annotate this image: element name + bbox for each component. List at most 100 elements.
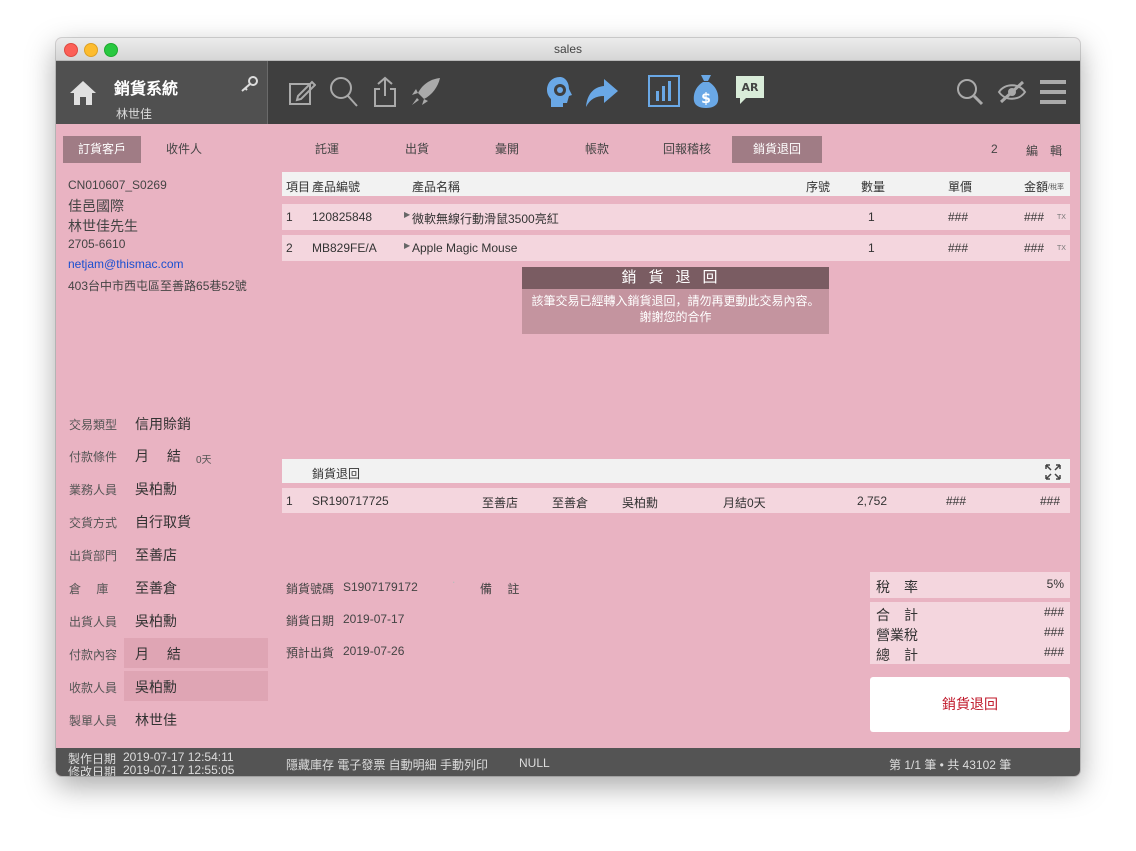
field-label: 付款條件 (69, 450, 118, 464)
col-item: 項目 (286, 180, 311, 194)
row-amount: ### (1024, 210, 1045, 224)
search-icon[interactable] (956, 78, 984, 106)
portal-title: 銷貨退回 (312, 467, 361, 481)
ship-date-label: 預計出貨 (286, 646, 335, 660)
customer-code: CN010607_S0269 (68, 178, 167, 192)
sale-no-value[interactable]: S1907179172 (343, 580, 418, 594)
modified-value: 2019-07-17 12:55:05 (123, 763, 235, 776)
payment-terms-field[interactable]: 月 結 (135, 446, 181, 466)
portal-terms: 月結0天 (723, 496, 766, 510)
tab-accounts[interactable]: 帳款 (552, 136, 642, 163)
modified-label: 修改日期 (68, 765, 117, 776)
note-label: 備 註 (480, 582, 520, 596)
tab-consolidate[interactable]: 彙開 (462, 136, 552, 163)
hide-icon[interactable] (997, 80, 1027, 104)
field-label: 製單人員 (69, 714, 118, 728)
row-amount: ### (1024, 241, 1045, 255)
tab-consignment[interactable]: 託運 (282, 136, 372, 163)
table-row[interactable]: 2 MB829FE/A ▶ Apple Magic Mouse 1 ### ##… (282, 235, 1070, 261)
rocket-icon[interactable] (410, 77, 442, 107)
ship-date-value[interactable]: 2019-07-26 (343, 644, 404, 658)
tab-recipient[interactable]: 收件人 (151, 136, 217, 163)
home-icon[interactable] (68, 79, 98, 107)
subtotal-value: ### (1043, 605, 1064, 619)
edit-button[interactable]: 編 輯 (1026, 142, 1062, 159)
field-label: 收款人員 (69, 681, 118, 695)
shipping-dept-field[interactable]: 至善店 (135, 545, 177, 565)
money-bag-icon[interactable]: $ (692, 73, 720, 109)
col-name: 產品名稱 (412, 180, 461, 194)
notice-body: 該筆交易已經轉入銷貨退回，請勿再更動此交易內容。 謝謝您的合作 (522, 293, 829, 325)
warehouse-field[interactable]: 至善倉 (135, 578, 177, 598)
window-title: sales (553, 42, 582, 56)
app-title: 銷貨系統 (114, 81, 179, 98)
payment-days: 0天 (196, 455, 212, 466)
home-pane: 銷貨系統 林世佳 (56, 61, 268, 124)
table-row[interactable]: 1 SR190717725 至善店 至善倉 吳柏勳 月結0天 2,752 ###… (282, 488, 1070, 513)
customer-address: 403台中市西屯區至善路65巷52號 (68, 279, 247, 293)
svg-text:$: $ (701, 91, 711, 107)
main-content: 訂貨客戶 收件人 CN010607_S0269 佳邑國際 林世佳先生 2705-… (56, 124, 1080, 748)
support-agent-icon[interactable] (543, 75, 577, 109)
app-window: sales 銷貨系統 林世佳 $ AR 訂貨客戶 收件人 CN010607_S0… (56, 38, 1080, 776)
expand-icon[interactable] (1044, 463, 1062, 484)
tax-rate-value[interactable]: 5% (1047, 577, 1064, 591)
row-tax: TX (1057, 214, 1066, 221)
search-icon[interactable] (329, 76, 359, 108)
tab-shipping[interactable]: 出貨 (372, 136, 462, 163)
forward-arrow-icon[interactable] (584, 77, 620, 109)
portal-staff: 吳柏勳 (622, 496, 659, 510)
portal-store: 至善店 (482, 496, 519, 510)
total-value: ### (1043, 645, 1064, 659)
notice-line: 謝謝您的合作 (639, 310, 712, 324)
items-table-header: 項目 產品編號 產品名稱 序號 數量 單價 金額 /稅率 (282, 172, 1070, 196)
transaction-type-field[interactable]: 信用賒銷 (135, 414, 191, 434)
col-amount: 金額 (1024, 180, 1049, 194)
field-label: 業務人員 (69, 483, 118, 497)
col-serial: 序號 (806, 180, 831, 194)
collector-field[interactable]: 吳柏勳 (135, 677, 177, 697)
row-qty: 1 (868, 210, 875, 224)
creator-field[interactable]: 林世佳 (135, 710, 177, 730)
share-icon[interactable] (373, 76, 397, 108)
expand-triangle-icon[interactable]: ▶ (404, 241, 410, 250)
field-label: 出貨人員 (69, 615, 118, 629)
table-row[interactable]: 1 120825848 ▶ 微軟無線行動滑鼠3500亮紅 1 ### ### T… (282, 204, 1070, 230)
sales-return-button[interactable]: 銷貨退回 (870, 677, 1070, 732)
portal-warehouse: 至善倉 (552, 496, 589, 510)
field-label: 付款內容 (69, 648, 118, 662)
customer-email[interactable]: netjam@thismac.com (68, 257, 184, 271)
menu-icon[interactable] (1040, 79, 1066, 105)
toolbar: 銷貨系統 林世佳 $ AR (56, 61, 1080, 124)
tab-customer[interactable]: 訂貨客戶 (63, 136, 141, 163)
payment-content-field[interactable]: 月 結 (135, 644, 181, 664)
status-options[interactable]: 隱藏庫存 電子發票 自動明細 手動列印 (286, 756, 488, 773)
tax-label: 營業稅 (876, 627, 918, 643)
tab-sales-return[interactable]: 銷貨退回 (732, 136, 822, 163)
record-counter: 第 1/1 筆 • 共 43102 筆 (889, 758, 1012, 772)
expand-triangle-icon[interactable]: ▶ (404, 210, 410, 219)
total-label: 總 計 (876, 647, 918, 663)
row-price: ### (948, 241, 969, 255)
compose-icon[interactable] (288, 78, 316, 106)
ar-chat-icon[interactable]: AR (734, 74, 766, 106)
field-label: 出貨部門 (69, 549, 118, 563)
shipper-field[interactable]: 吳柏勳 (135, 611, 177, 631)
field-label: 交貨方式 (69, 516, 118, 530)
field-label: 倉 庫 (69, 582, 109, 596)
portal-amount: ### (1040, 494, 1061, 508)
notice-title: 銷貨退回 (522, 267, 829, 289)
col-price: 單價 (948, 180, 973, 194)
customer-contact: 林世佳先生 (68, 218, 138, 234)
key-icon[interactable] (240, 75, 260, 93)
field-label: 交易類型 (69, 418, 118, 432)
bar-chart-icon[interactable] (648, 75, 680, 107)
row-qty: 1 (868, 241, 875, 255)
salesperson-field[interactable]: 吳柏勳 (135, 479, 177, 499)
title-bar: sales (56, 38, 1080, 61)
sale-date-value[interactable]: 2019-07-17 (343, 612, 404, 626)
row-name: Apple Magic Mouse (412, 241, 518, 255)
delivery-method-field[interactable]: 自行取貨 (135, 512, 191, 532)
tab-audit[interactable]: 回報稽核 (642, 136, 732, 163)
page-count: 2 (991, 142, 998, 156)
